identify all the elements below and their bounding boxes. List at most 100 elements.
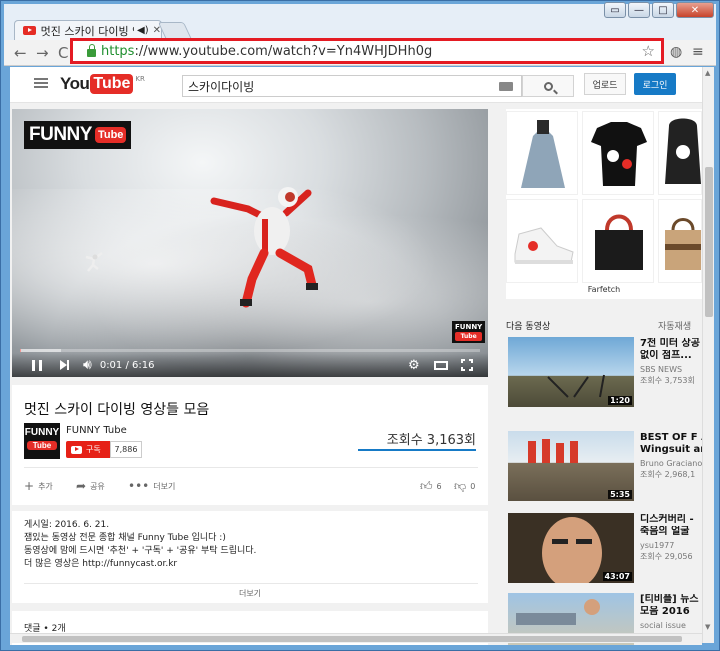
search-button[interactable] [522,75,574,97]
next-icon[interactable] [60,360,69,370]
badge-funny: FUNNY [29,124,92,145]
logo-tube: Tube [90,74,134,94]
autoplay-toggle[interactable]: 자동재생 [658,319,691,332]
logo-you: You [60,74,90,93]
description-text: 게시일: 2016. 6. 21. 잼있는 동영상 전문 종합 채널 Funny… [24,519,256,571]
share-arrow-icon: ➦ [76,479,87,493]
dislike-button[interactable]: 👎︎ 0 [454,479,475,494]
recommended-video[interactable]: 5:35 BEST OF F A Wingsuit and Bruno Grac… [506,431,702,503]
video-title-line[interactable]: [티비플] 뉴스 [640,594,702,606]
add-label: 추가 [38,481,53,491]
video-channel: ysu1977 [640,541,675,550]
keyboard-icon[interactable] [499,82,513,91]
action-bar: + 추가 ➦ 공유 ••• 더보기 👍︎ 6 👎︎ 0 [24,479,478,495]
add-to-button[interactable]: + 추가 [24,479,53,493]
menu-icon[interactable]: ≡ [692,44,704,60]
channel-logo-tube: Tube [27,441,57,450]
search-value: 스카이다이빙 [188,79,255,94]
browser-tab[interactable]: 멋진 스카이 다이빙 영 ◀) ✕ [14,20,162,40]
video-title-line[interactable]: 죽음의 얼굴 [640,526,702,538]
user-icon[interactable]: ▭ [604,2,626,18]
scroll-up-icon[interactable]: ▲ [705,69,713,77]
close-window-button[interactable]: ✕ [676,2,714,18]
scroll-thumb[interactable] [705,167,713,317]
horizontal-scrollbar[interactable] [10,633,702,643]
video-title-line[interactable]: 없이 점프... [640,350,702,362]
bookmark-star-icon[interactable]: ☆ [642,42,655,60]
minimize-button[interactable]: — [628,2,650,18]
horizontal-scroll-thumb[interactable] [22,636,682,642]
ad-product-dress[interactable] [506,111,578,195]
video-channel: SBS NEWS [640,365,683,374]
guide-menu-icon[interactable] [34,78,48,88]
channel-avatar[interactable]: FUNNY Tube [24,423,60,459]
video-views: 조회수 2,968,1 [640,470,696,479]
watermark-funny: FUNNY [455,323,483,331]
scroll-down-icon[interactable]: ▼ [705,623,713,631]
login-button[interactable]: 로그인 [634,73,676,95]
channel-name[interactable]: FUNNY Tube [66,425,127,436]
plus-icon: + [24,479,35,493]
ad-product-tote[interactable] [658,199,702,283]
video-title-line[interactable]: BEST OF F A [640,432,702,444]
show-more-button[interactable]: 더보기 [12,588,488,599]
video-views: 조회수 3,753회 [640,376,695,385]
search-icon [543,81,553,91]
progress-bar[interactable] [20,349,480,352]
logo-region: KR [135,75,145,83]
globe-icon[interactable]: ◍ [670,44,682,60]
watermark-tube: Tube [455,332,483,341]
description-line: 동영상에 맘에 드시면 '추천' + '구독' + '공유' 부탁 드립니다. [24,546,257,556]
back-arrow-icon[interactable]: ← [14,44,27,62]
video-title-line[interactable]: 디스커버리 - [640,514,702,526]
video-title-line[interactable]: 7천 미터 상공 [640,338,702,350]
subscribe-button[interactable]: 구독 [66,441,110,458]
ad-product-backpack[interactable] [658,111,702,195]
reload-icon[interactable]: C [58,44,68,62]
description-line: 잼있는 동영상 전문 종합 채널 Funny Tube 입니다 :) [24,533,226,543]
video-title-line[interactable]: 모음 2016 [640,606,702,618]
share-button[interactable]: ➦ 공유 [76,479,105,493]
settings-gear-icon[interactable]: ⚙ [408,358,420,373]
video-thumbnail[interactable]: 43:07 [508,513,634,583]
ad-product-handbag[interactable] [582,199,654,283]
ad-brand[interactable]: Farfetch [506,285,702,294]
skydiver-figure [210,187,318,308]
sidebar-ad[interactable]: Farfetch [506,109,702,299]
video-info-card: 멋진 스카이 다이빙 영상들 모음 FUNNY Tube FUNNY Tube … [12,385,488,505]
search-input[interactable]: 스카이다이빙 [182,75,522,97]
volume-icon[interactable]: 🔊︎ [83,353,92,377]
dislike-count: 0 [470,482,476,491]
recommended-video[interactable]: 43:07 디스커버리 - 죽음의 얼굴 ysu1977 조회수 29,056 [506,513,702,585]
ad-product-tshirt[interactable] [582,111,654,195]
subscriber-count: 7,886 [110,441,142,458]
view-count: 조회수 3,163회 [386,433,476,448]
pause-icon[interactable] [32,359,42,371]
video-duration: 1:20 [608,396,632,405]
video-thumbnail[interactable]: 1:20 [508,337,634,407]
youtube-logo[interactable]: You Tube KR [60,74,145,94]
upload-button[interactable]: 업로드 [584,73,626,95]
maximize-button[interactable]: □ [652,2,674,18]
vertical-scrollbar[interactable]: ▲ ▼ [702,67,714,643]
video-thumbnail[interactable]: 5:35 [508,431,634,501]
like-button[interactable]: 👍︎ 6 [420,479,442,494]
video-views: 조회수 29,056 [640,552,693,561]
theater-mode-icon[interactable] [434,361,448,370]
divider [24,467,478,468]
channel-watermark[interactable]: FUNNY Tube [452,321,486,343]
recommended-video[interactable]: 1:20 7천 미터 상공 없이 점프... SBS NEWS 조회수 3,75… [506,337,702,409]
time-display: 0:01 / 6:16 [99,359,155,371]
ad-product-sneaker[interactable] [506,199,578,283]
video-player[interactable]: FUNNY Tube FUNNY Tube 🔊︎ 0:01 / 6:16 ⚙ [12,109,488,377]
more-actions-button[interactable]: ••• 더보기 [128,479,175,493]
fullscreen-icon[interactable] [461,359,473,371]
video-duration: 43:07 [602,572,632,581]
forward-arrow-icon[interactable]: → [36,44,49,62]
speaker-icon[interactable]: ◀) [137,25,149,36]
lock-icon [87,43,96,57]
address-bar[interactable]: https://www.youtube.com/watch?v=Yn4WHJDH… [70,38,664,64]
thumbs-up-icon: 👍︎ [420,479,433,493]
more-label: 더보기 [153,481,176,491]
video-title-line[interactable]: Wingsuit and [640,444,702,456]
